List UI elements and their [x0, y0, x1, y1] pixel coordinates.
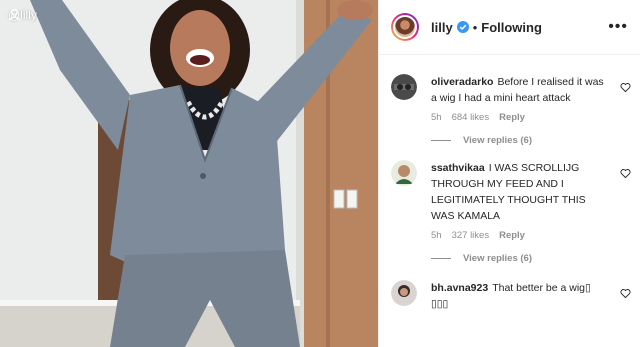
- comment-item: ssathvikaa I WAS SCROLLIJG THROUGH MY FEE…: [391, 160, 640, 264]
- like-heart-icon[interactable]: [620, 82, 631, 93]
- author-avatar[interactable]: [391, 13, 419, 41]
- watermark: @lilly: [8, 8, 37, 22]
- post-video[interactable]: @lilly: [0, 0, 378, 347]
- more-options-icon[interactable]: •••: [608, 19, 628, 35]
- comment-time[interactable]: 5h: [431, 112, 442, 123]
- comment-body: oliveradarko Before I realised it was a w…: [431, 74, 611, 106]
- commenter-avatar[interactable]: [391, 280, 417, 306]
- view-replies-button[interactable]: View replies (6): [431, 135, 611, 146]
- profile-icon: [8, 8, 21, 21]
- comments-list: oliveradarko Before I realised it was a w…: [379, 56, 640, 347]
- comment-username[interactable]: oliveradarko: [431, 76, 493, 88]
- author-username[interactable]: lilly: [431, 20, 453, 35]
- reply-button[interactable]: Reply: [499, 230, 525, 241]
- comment-meta: 5h 327 likes Reply: [431, 230, 611, 241]
- commenter-avatar[interactable]: [391, 160, 417, 186]
- view-replies-label: View replies (6): [463, 135, 532, 146]
- commenter-avatar[interactable]: [391, 74, 417, 100]
- video-frame: [0, 0, 378, 347]
- comment-likes[interactable]: 327 likes: [452, 230, 490, 241]
- comment-username[interactable]: ssathvikaa: [431, 162, 485, 174]
- post-sidebar: lilly • Following ••• oliveradarko Before…: [378, 0, 640, 347]
- view-replies-label: View replies (6): [463, 253, 532, 264]
- comment-item: bh.avna923 That better be a wig▯ ▯▯▯: [391, 280, 640, 312]
- view-replies-button[interactable]: View replies (6): [431, 253, 611, 264]
- divider: [431, 140, 451, 141]
- following-button[interactable]: Following: [481, 20, 542, 35]
- comment-username[interactable]: bh.avna923: [431, 282, 488, 294]
- comment-body: bh.avna923 That better be a wig▯ ▯▯▯: [431, 280, 611, 312]
- post-header: lilly • Following •••: [379, 0, 640, 55]
- header-separator: •: [472, 19, 478, 35]
- comment-item: oliveradarko Before I realised it was a w…: [391, 74, 640, 146]
- comment-body: ssathvikaa I WAS SCROLLIJG THROUGH MY FEE…: [431, 160, 611, 224]
- reply-button[interactable]: Reply: [499, 112, 525, 123]
- divider: [431, 258, 451, 259]
- like-heart-icon[interactable]: [620, 168, 631, 179]
- verified-badge-icon: [456, 21, 469, 33]
- comment-likes[interactable]: 684 likes: [452, 112, 490, 123]
- like-heart-icon[interactable]: [620, 288, 631, 299]
- comment-meta: 5h 684 likes Reply: [431, 112, 611, 123]
- comment-time[interactable]: 5h: [431, 230, 442, 241]
